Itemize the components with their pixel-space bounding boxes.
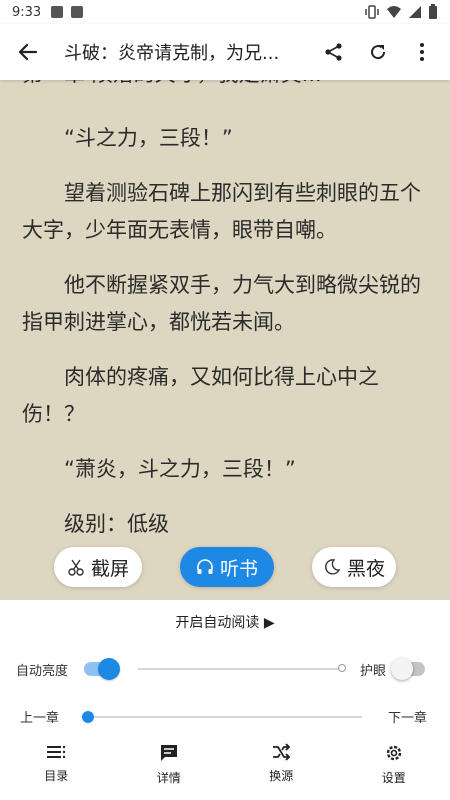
prev-chapter-button[interactable]: 上一章 <box>20 707 59 726</box>
more-menu-button[interactable] <box>400 30 444 74</box>
battery-icon <box>429 4 437 19</box>
app-notification-icon <box>71 6 84 18</box>
nav-details[interactable]: 详情 <box>113 737 226 793</box>
brightness-slider[interactable] <box>138 664 346 672</box>
status-bar: 9:33 <box>0 0 450 24</box>
listen-button[interactable]: 听书 <box>180 547 274 587</box>
nav-change-source[interactable]: 换源 <box>225 737 338 793</box>
brightness-row: 自动亮度 护眼 <box>0 654 450 684</box>
signal-icon <box>409 6 421 18</box>
nav-catalog[interactable]: 目录 <box>0 737 113 793</box>
toggle-knob <box>98 658 120 680</box>
back-arrow-icon <box>18 43 38 61</box>
paragraph: 肉体的疼痛，又如何比得上心中之伤！？ <box>22 365 379 426</box>
share-button[interactable] <box>312 30 356 74</box>
back-button[interactable] <box>6 30 50 74</box>
chapter-progress-thumb[interactable] <box>82 711 94 723</box>
brightness-slider-end <box>338 664 346 672</box>
paragraph: 他不断握紧双手，力气大到略微尖锐的指甲刺进掌心，都恍若未闻。 <box>22 273 421 334</box>
app-bar: 斗破：炎帝请克制，为兄... <box>0 24 450 80</box>
book-title: 斗破：炎帝请克制，为兄... <box>64 43 280 64</box>
paragraph: 望着测验石碑上那闪到有些刺眼的五个大字，少年面无表情，眼带自嘲。 <box>22 181 421 242</box>
status-indicators <box>364 4 438 20</box>
chapter-progress-slider[interactable] <box>82 711 362 723</box>
headphones-icon <box>197 559 213 574</box>
nav-details-label: 详情 <box>156 771 181 785</box>
vibrate-icon <box>365 5 379 19</box>
chapter-row: 上一章 下一章 <box>0 701 450 731</box>
catalog-icon <box>47 745 66 759</box>
moon-icon <box>325 559 341 575</box>
screenshot-label: 截屏 <box>90 557 129 580</box>
paragraph-list: “斗之力，三段！” 望着测验石碑上那闪到有些刺眼的五个大字，少年面无表情，眼带自… <box>22 120 428 561</box>
listen-label: 听书 <box>219 557 258 580</box>
shuffle-icon <box>273 743 291 761</box>
next-chapter-button[interactable]: 下一章 <box>388 707 427 726</box>
nav-settings-label: 设置 <box>381 771 406 785</box>
auto-brightness-toggle[interactable] <box>84 658 120 680</box>
nav-catalog-label: 目录 <box>44 769 69 783</box>
scissors-icon <box>68 559 84 576</box>
partial-line: 第一章 陨落的天才，我是萧炎... <box>22 80 428 93</box>
bottom-nav: 目录 详情 换源 设置 <box>0 737 450 793</box>
night-mode-button[interactable]: 黑夜 <box>312 547 396 587</box>
auto-brightness-label: 自动亮度 <box>16 663 69 679</box>
refresh-icon <box>371 45 386 60</box>
gear-icon <box>386 745 401 761</box>
details-icon <box>160 745 177 761</box>
notification-icon <box>51 6 64 18</box>
paragraph: 级别：低级 <box>64 512 169 536</box>
paragraph: “斗之力，三段！” <box>64 126 233 150</box>
more-vert-icon <box>420 43 424 61</box>
nav-change-source-label: 换源 <box>269 769 294 783</box>
paragraph: “萧炎，斗之力，三段！” <box>64 457 296 481</box>
wifi-icon <box>387 6 401 18</box>
screenshot-button[interactable]: 截屏 <box>54 547 142 587</box>
eye-care-label: 护眼 <box>360 663 387 679</box>
eye-care-toggle[interactable] <box>391 658 425 680</box>
nav-settings[interactable]: 设置 <box>338 737 450 793</box>
auto-read-button[interactable]: 开启自动阅读 ▶ <box>0 612 450 632</box>
toggle-knob <box>391 658 413 680</box>
reader-page[interactable]: 第一章 陨落的天才，我是萧炎... “斗之力，三段！” 望着测验石碑上那闪到有些… <box>0 80 450 600</box>
status-time: 9:33 <box>12 4 42 20</box>
refresh-button[interactable] <box>356 30 400 74</box>
night-mode-label: 黑夜 <box>346 557 385 580</box>
share-icon <box>325 43 342 61</box>
